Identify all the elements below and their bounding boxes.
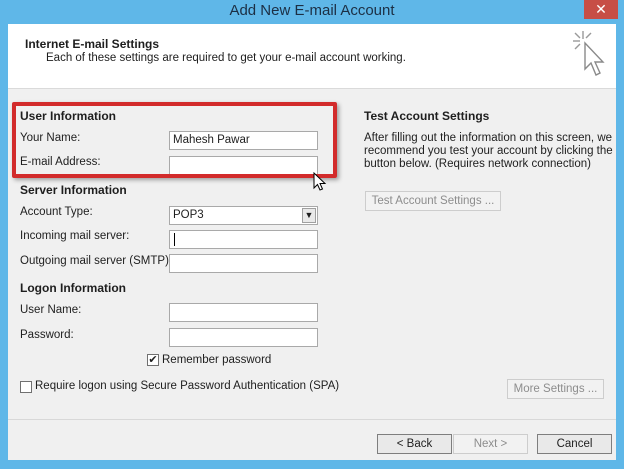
header-subtitle: Each of these settings are required to g… — [46, 52, 406, 64]
user-name-label: User Name: — [20, 304, 82, 316]
remember-password-checkbox[interactable]: ✔ — [147, 354, 159, 366]
annotation-highlight-box — [12, 102, 337, 178]
test-account-settings-button[interactable]: Test Account Settings ... — [365, 191, 501, 211]
account-type-select[interactable]: POP3 ▼ — [169, 206, 318, 225]
user-name-input[interactable] — [169, 303, 318, 322]
outgoing-server-label: Outgoing mail server (SMTP): — [20, 255, 173, 267]
test-description-line-2: recommend you test your account by click… — [364, 145, 613, 157]
chevron-down-icon[interactable]: ▼ — [302, 208, 316, 223]
spa-checkbox[interactable] — [20, 381, 32, 393]
account-type-value: POP3 — [173, 209, 204, 221]
spa-label[interactable]: Require logon using Secure Password Auth… — [35, 380, 339, 392]
password-label: Password: — [20, 329, 74, 341]
more-settings-button[interactable]: More Settings ... — [507, 379, 604, 399]
password-input[interactable] — [169, 328, 318, 347]
section-server-information: Server Information — [20, 183, 127, 197]
title-bar: Add New E-mail Account ✕ — [0, 0, 624, 24]
next-button[interactable]: Next > — [453, 434, 528, 454]
outgoing-server-input[interactable] — [169, 254, 318, 273]
dialog-body: Internet E-mail Settings Each of these s… — [8, 24, 616, 460]
dialog-header: Internet E-mail Settings Each of these s… — [8, 24, 616, 89]
close-button[interactable]: ✕ — [584, 0, 618, 19]
remember-password-label[interactable]: Remember password — [162, 354, 271, 366]
back-button[interactable]: < Back — [377, 434, 452, 454]
footer-divider — [8, 419, 616, 420]
cursor-click-icon — [573, 31, 605, 76]
test-description-line-3: button below. (Requires network connecti… — [364, 158, 591, 170]
incoming-server-input[interactable] — [169, 230, 318, 249]
mouse-pointer-icon — [313, 172, 327, 191]
incoming-server-label: Incoming mail server: — [20, 230, 130, 242]
window-title: Add New E-mail Account — [229, 2, 395, 19]
test-description-line-1: After filling out the information on thi… — [364, 132, 613, 144]
cancel-button[interactable]: Cancel — [537, 434, 612, 454]
section-test-account-settings: Test Account Settings — [364, 109, 490, 123]
checkmark-icon: ✔ — [148, 354, 158, 366]
section-logon-information: Logon Information — [20, 281, 126, 295]
header-title: Internet E-mail Settings — [25, 37, 160, 51]
text-caret — [174, 233, 175, 246]
account-type-label: Account Type: — [20, 206, 93, 218]
